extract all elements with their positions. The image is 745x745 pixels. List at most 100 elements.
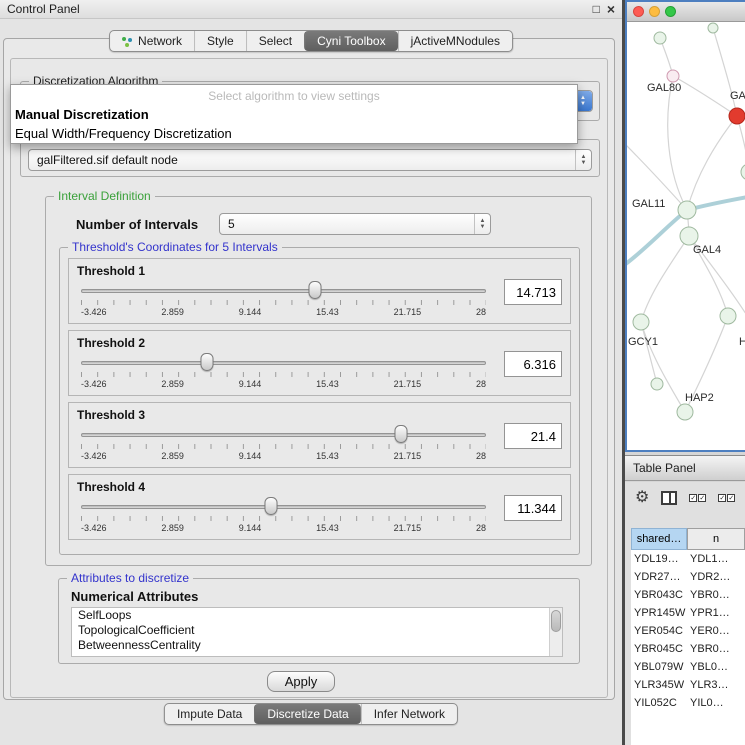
table-row[interactable]: YIL052CYIL0… [631,694,745,712]
table-row[interactable]: YBR045CYBR0… [631,640,745,658]
table-row[interactable]: YDR27…YDR2… [631,568,745,586]
list-item-selfloops[interactable]: SelfLoops [72,608,562,623]
list-item-topologicalcoefficient[interactable]: TopologicalCoefficient [72,623,562,638]
slider-knob[interactable] [308,281,321,299]
table-row[interactable]: YBR043CYBR0… [631,586,745,604]
network-node[interactable] [680,227,698,245]
attributes-scrollbar[interactable] [549,608,562,656]
slider-track[interactable] [81,433,486,437]
scale-tick-label: 21.715 [394,451,422,461]
close-panel-icon[interactable]: × [607,3,615,15]
network-canvas[interactable]: GAL80 GA GAL11 GAL4 GCY1 H HAP2 [627,22,745,450]
scale-tick-label: 9.144 [239,379,262,389]
network-node[interactable] [633,314,649,330]
network-window-titlebar[interactable] [627,2,745,22]
threshold-3-value-input[interactable] [504,423,562,449]
slider-ticks [81,300,486,305]
tab-infer-network[interactable]: Infer Network [361,704,457,724]
table-row[interactable]: YER054CYER0… [631,622,745,640]
threshold-2-slider[interactable]: -3.426 2.859 9.144 15.43 21.715 28 [81,355,486,393]
threshold-4-value-input[interactable] [504,495,562,521]
network-edges [627,28,745,412]
node-label: HAP2 [685,392,714,404]
gear-icon[interactable]: ⚙ [635,490,649,506]
slider-scale: -3.426 2.859 9.144 15.43 21.715 28 [81,307,486,317]
network-node[interactable] [651,378,663,390]
zoom-traffic-light-icon[interactable] [665,6,676,17]
threshold-4-slider[interactable]: -3.426 2.859 9.144 15.43 21.715 28 [81,499,486,537]
control-panel: Control Panel □ × Network Style Select C… [0,0,622,745]
network-node[interactable] [720,308,736,324]
threshold-1-value-input[interactable] [504,279,562,305]
combo-stepper-icon: ▲▼ [575,150,591,170]
tab-cyni-toolbox-label: Cyni Toolbox [317,34,385,48]
scrollbar-thumb[interactable] [551,610,561,632]
tab-select[interactable]: Select [246,31,304,51]
scale-tick-label: 21.715 [394,307,422,317]
tab-discretize-data[interactable]: Discretize Data [254,704,360,724]
cell-name: YBL0… [687,658,745,676]
float-panel-icon[interactable]: □ [593,3,600,15]
network-node-selected[interactable] [729,108,745,124]
tab-jactivemnodules-label: jActiveMNodules [411,34,500,48]
table-row[interactable]: YBL079WYBL0… [631,658,745,676]
table-row[interactable]: YPR145WYPR1… [631,604,745,622]
columns-icon[interactable] [661,491,677,505]
tab-jactivemnodules[interactable]: jActiveMNodules [398,31,512,51]
slider-knob[interactable] [394,425,407,443]
select-all-checkboxes-icon[interactable]: ✓✓ [689,494,706,502]
slider-track[interactable] [81,361,486,365]
threshold-2-label: Threshold 2 [77,336,145,350]
node-label: GAL80 [647,82,681,94]
network-node[interactable] [654,32,666,44]
scale-tick-label: 9.144 [239,307,262,317]
table-row[interactable]: YDL19…YDL1… [631,550,745,568]
threshold-3-slider[interactable]: -3.426 2.859 9.144 15.43 21.715 28 [81,427,486,465]
slider-knob[interactable] [200,353,213,371]
cell-name: YLR3… [687,676,745,694]
app-root: Control Panel □ × Network Style Select C… [0,0,745,745]
table-data-select-value: galFiltered.sif default node [29,153,575,167]
deselect-checkboxes-icon[interactable]: ✓✓ [718,494,735,502]
scale-tick-label: 9.144 [239,451,262,461]
column-header-name[interactable]: n [687,528,745,550]
table-row[interactable]: YLR345WYLR3… [631,676,745,694]
column-header-shared[interactable]: shared… [631,528,687,550]
scale-tick-label: 28 [476,379,486,389]
slider-track[interactable] [81,289,486,293]
tab-network[interactable]: Network [110,31,194,51]
threshold-1-slider[interactable]: -3.426 2.859 9.144 15.43 21.715 28 [81,283,486,321]
network-node[interactable] [677,404,693,420]
number-of-intervals-label: Number of Intervals [76,217,198,232]
slider-knob[interactable] [265,497,278,515]
slider-ticks [81,516,486,521]
table-panel: ⚙ ✓✓ ✓✓ shared… n YDL19…YDL1… YDR27…YDR2… [625,482,745,745]
tab-cyni-toolbox[interactable]: Cyni Toolbox [304,31,397,51]
combo-stepper-icon: ▲▼ [474,214,490,234]
network-node[interactable] [678,201,696,219]
scale-tick-label: 15.43 [316,307,339,317]
table-data-select[interactable]: galFiltered.sif default node ▲▼ [28,149,592,171]
table-panel-titlebar: Table Panel [625,455,745,481]
close-traffic-light-icon[interactable] [633,6,644,17]
network-node[interactable] [667,70,679,82]
slider-scale: -3.426 2.859 9.144 15.43 21.715 28 [81,523,486,533]
cell-name: YPR1… [687,604,745,622]
tab-impute-data[interactable]: Impute Data [165,704,254,724]
threshold-2-value-input[interactable] [504,351,562,377]
number-of-intervals-select[interactable]: 5 ▲▼ [219,213,491,235]
network-node[interactable] [708,23,718,33]
minimize-traffic-light-icon[interactable] [649,6,660,17]
scale-tick-label: 15.43 [316,379,339,389]
apply-button[interactable]: Apply [267,671,335,692]
threshold-1-panel: Threshold 1 -3.426 2.859 9.144 15.43 21.… [68,258,571,324]
network-node[interactable] [741,164,745,180]
interval-definition-group: Interval Definition Number of Intervals … [45,196,592,566]
menu-item-manual-discretization[interactable]: Manual Discretization [11,105,577,124]
tab-infer-network-label: Infer Network [374,707,445,721]
cell-shared: YBR045C [631,640,687,658]
menu-item-equal-width-discretization[interactable]: Equal Width/Frequency Discretization [11,124,577,143]
tab-style[interactable]: Style [194,31,246,51]
list-item-betweennesscentrality[interactable]: BetweennessCentrality [72,638,562,653]
slider-track[interactable] [81,505,486,509]
